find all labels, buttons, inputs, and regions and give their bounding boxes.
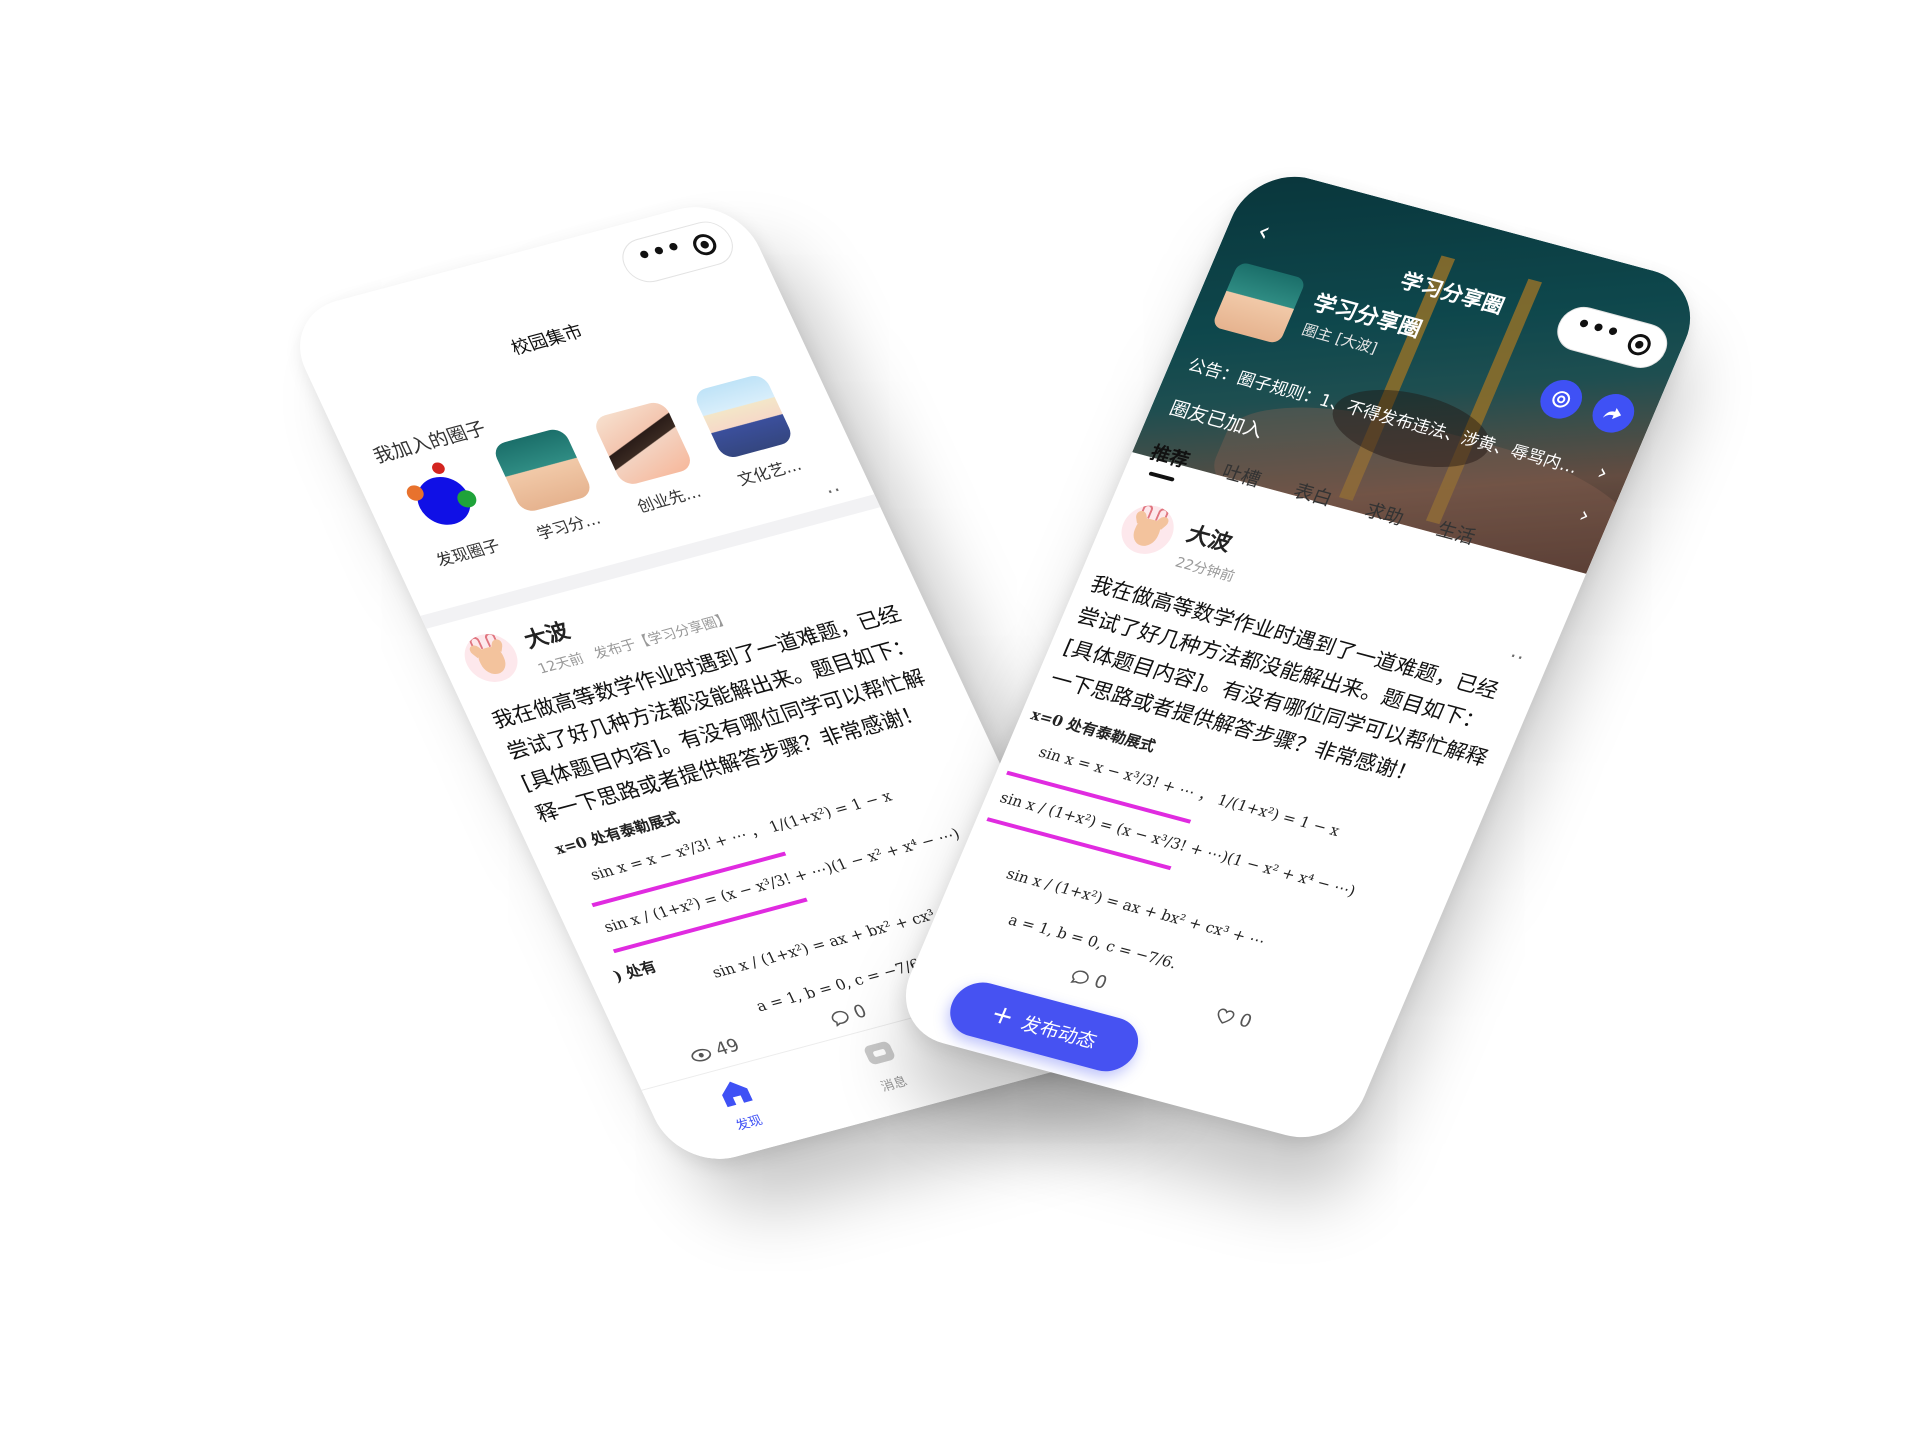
tab-messages[interactable]: 消息 [830, 1029, 941, 1103]
tab-label: 消息 [878, 1074, 911, 1095]
share-icon [1602, 408, 1622, 420]
more-icon[interactable]: ••• [1572, 312, 1626, 347]
mini-program-capsule[interactable]: ••• [614, 216, 741, 288]
math-line: ) 处有 [610, 957, 660, 986]
culture-avatar [691, 372, 796, 461]
tab-discover[interactable]: 发现 [686, 1068, 797, 1142]
discover-circles-icon [391, 454, 494, 541]
phone-right: ‹ 学习分享圈 ••• 学习分享圈 圈主 [大波] 公告：圈子规则：1、不得发布… [887, 163, 1709, 1151]
publish-label: 发布动态 [1017, 1012, 1100, 1053]
close-mini-program-icon[interactable] [689, 231, 720, 258]
settings-icon [1552, 391, 1571, 408]
joined-circles-list: 发现圈子 学习分… 创业先… 文化艺… [383, 361, 860, 585]
study-avatar [491, 426, 595, 514]
more-options-icon[interactable]: ·· [822, 478, 847, 504]
eye-icon [691, 1048, 711, 1062]
active-tab-indicator [1148, 471, 1175, 482]
plus-icon: + [986, 999, 1020, 1033]
post-header: 大波 22分钟前 [1110, 500, 1252, 586]
home-icon [722, 1081, 753, 1108]
tab-label: 发现 [733, 1113, 766, 1134]
comment-icon [1070, 970, 1089, 984]
author-avatar[interactable] [456, 628, 526, 688]
post-time: 12天前 [535, 650, 587, 678]
message-icon [864, 1041, 895, 1065]
startup-avatar [591, 399, 695, 488]
more-options-icon[interactable]: ·· [1505, 644, 1529, 670]
author-avatar[interactable] [1113, 500, 1182, 560]
heart-icon [1217, 1008, 1235, 1024]
close-mini-program-icon[interactable] [1624, 331, 1655, 358]
more-icon[interactable]: ••• [633, 235, 687, 270]
comment-icon [831, 1010, 849, 1027]
